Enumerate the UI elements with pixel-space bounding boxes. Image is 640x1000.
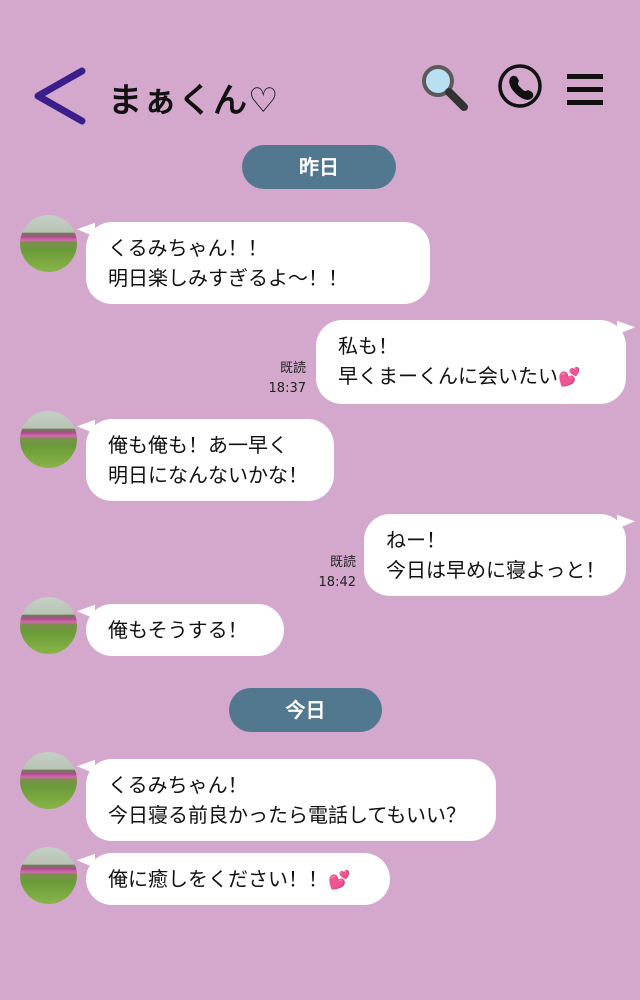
message-line: くるみちゃん！: [108, 773, 248, 797]
message-line: 明日になんないかな！: [108, 463, 308, 487]
date-separator-yesterday: 昨日: [242, 145, 396, 189]
avatar: [20, 752, 77, 809]
call-button[interactable]: [497, 63, 543, 109]
heart-emoji: 💕: [328, 870, 351, 891]
back-button[interactable]: [30, 65, 90, 127]
message-line: 明日楽しみすぎるよ〜！！: [108, 266, 348, 290]
read-label: 既読: [279, 361, 306, 376]
message-bubble-received[interactable]: 俺に癒しをください！！💕: [86, 853, 390, 905]
message-bubble-received[interactable]: くるみちゃん！ 今日寝る前良かったら電話してもいい？: [86, 759, 496, 841]
chat-header: まぁくん♡: [0, 55, 640, 135]
message-line: 今日寝る前良かったら電話してもいい？: [108, 803, 466, 827]
avatar: [20, 215, 77, 272]
message-line: 今日は早めに寝よっと！: [386, 558, 606, 582]
message-line: 早くまーくんに会いたい: [338, 364, 558, 388]
date-separator-today: 今日: [229, 688, 382, 732]
read-receipt: 既読 18:42: [312, 553, 356, 593]
phone-icon: [498, 64, 542, 108]
message-bubble-sent[interactable]: 私も！ 早くまーくんに会いたい💕: [316, 320, 626, 404]
message-time: 18:42: [318, 575, 356, 590]
contact-name: まぁくん♡: [108, 81, 280, 121]
menu-icon: [567, 74, 603, 105]
message-bubble-received[interactable]: 俺も俺も！あ一早く 明日になんないかな！: [86, 419, 334, 501]
message-line: 俺に癒しをください！！: [108, 867, 328, 891]
message-line: 私も！: [338, 334, 398, 358]
message-line: くるみちゃん！！: [108, 236, 268, 260]
heart-emoji: 💕: [558, 367, 581, 388]
back-chevron-icon: [34, 67, 86, 125]
read-receipt: 既読 18:37: [262, 359, 306, 399]
message-line: 俺も俺も！あ一早く: [108, 433, 288, 457]
message-bubble-received[interactable]: 俺もそうする！: [86, 604, 284, 656]
avatar: [20, 847, 77, 904]
message-time: 18:37: [268, 381, 306, 396]
menu-button[interactable]: [565, 71, 605, 109]
message-line: 俺もそうする！: [108, 618, 248, 642]
avatar: [20, 597, 77, 654]
message-bubble-received[interactable]: くるみちゃん！！ 明日楽しみすぎるよ〜！！: [86, 222, 430, 304]
avatar: [20, 411, 77, 468]
search-button[interactable]: [418, 61, 470, 113]
message-bubble-sent[interactable]: ねー！ 今日は早めに寝よっと！: [364, 514, 626, 596]
read-label: 既読: [329, 555, 356, 570]
message-line: ねー！: [386, 528, 446, 552]
search-icon: [422, 65, 468, 111]
